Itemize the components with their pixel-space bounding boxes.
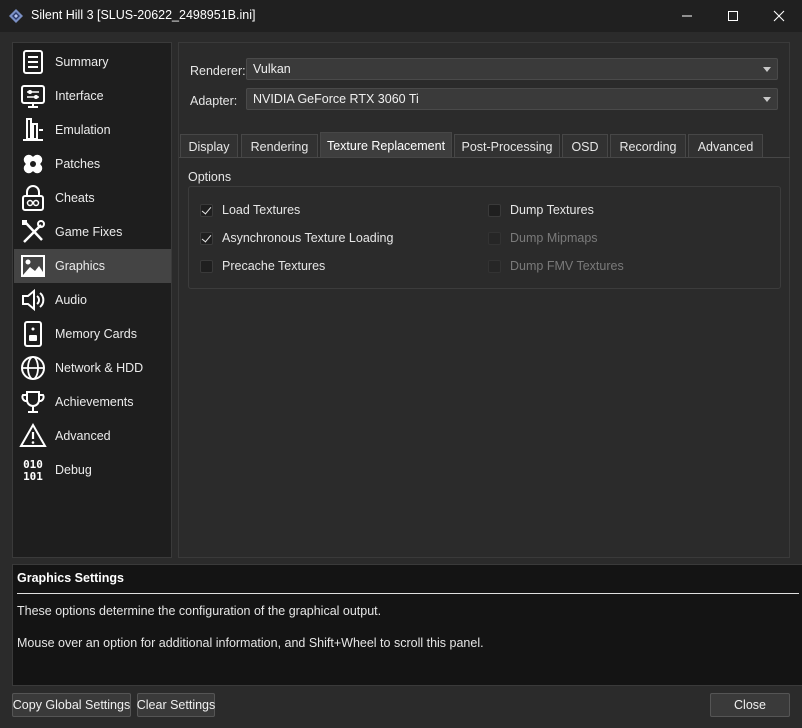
sidebar-item-label: Summary [55,55,109,69]
sidebar-item-emulation[interactable]: Emulation [14,113,171,147]
sidebar-item-label: Debug [55,463,92,477]
tab-advanced[interactable]: Advanced [688,134,763,158]
sidebar-item-summary[interactable]: Summary [14,45,171,79]
adapter-value: NVIDIA GeForce RTX 3060 Ti [253,92,419,106]
checkbox-label: Precache Textures [222,259,326,273]
memory-card-icon [18,320,48,348]
sidebar-item-interface[interactable]: Interface [14,79,171,113]
options-group-title: Options [188,170,232,184]
sidebar-item-graphics[interactable]: Graphics [14,249,171,283]
sidebar-item-network-hdd[interactable]: Network & HDD [14,351,171,385]
checkbox-label: Dump Mipmaps [510,231,598,245]
checkbox-label: Asynchronous Texture Loading [222,231,394,245]
precache-textures-checkbox[interactable]: Precache Textures [200,259,325,273]
renderer-select[interactable]: Vulkan [246,58,778,80]
load-textures-checkbox[interactable]: Load Textures [200,203,300,217]
tab-texture-replacement[interactable]: Texture Replacement [320,132,452,158]
sidebar-item-label: Interface [55,89,104,103]
tab-post-processing[interactable]: Post-Processing [454,134,560,158]
image-icon [18,252,48,280]
checkbox-box[interactable] [488,203,501,217]
close-icon [773,10,785,22]
dump-fmv-textures-checkbox: Dump FMV Textures [488,259,624,273]
warning-icon [18,422,48,450]
sidebar-item-label: Advanced [55,429,111,443]
sidebar-item-patches[interactable]: Patches [14,147,171,181]
checkbox-label: Dump FMV Textures [510,259,624,273]
sidebar-item-cheats[interactable]: Cheats [14,181,171,215]
trophy-icon [18,388,48,416]
sidebar-item-label: Achievements [55,395,134,409]
chevron-down-icon [763,97,771,102]
sidebar-item-memory-cards[interactable]: Memory Cards [14,317,171,351]
sidebar-item-label: Graphics [55,259,106,273]
checkbox-box[interactable] [200,231,213,245]
info-hint: Mouse over an option for additional info… [17,636,484,650]
info-description: These options determine the configuratio… [17,604,382,618]
async-texture-loading-checkbox[interactable]: Asynchronous Texture Loading [200,231,393,245]
sidebar-item-label: Memory Cards [55,327,137,341]
window-title: Silent Hill 3 [SLUS-20622_2498951B.ini] [31,8,256,22]
info-divider [17,593,799,594]
settings-tabs: Display Rendering Texture Replacement Po… [179,132,791,158]
speaker-icon [18,286,48,314]
tab-display[interactable]: Display [180,134,238,158]
tab-divider [179,157,790,158]
checkbox-box[interactable] [200,259,213,273]
lock-icon [18,184,48,212]
adapter-select[interactable]: NVIDIA GeForce RTX 3060 Ti [246,88,778,110]
globe-icon [18,354,48,382]
title-bar: Silent Hill 3 [SLUS-20622_2498951B.ini] [0,0,802,32]
sidebar-item-label: Cheats [55,191,95,205]
sidebar-item-debug[interactable]: 010 101 Debug [14,453,171,487]
document-list-icon [18,48,48,76]
renderer-value: Vulkan [253,62,291,76]
interface-settings-icon [18,82,48,110]
help-info-panel: Graphics Settings These options determin… [12,564,802,686]
checkbox-label: Load Textures [222,203,301,217]
binary-icon: 010 101 [18,456,48,484]
checkbox-box [488,259,501,273]
sidebar-item-game-fixes[interactable]: Game Fixes [14,215,171,249]
sidebar-item-label: Patches [55,157,101,171]
dump-mipmaps-checkbox: Dump Mipmaps [488,231,598,245]
sidebar-item-label: Emulation [55,123,111,137]
adapter-label: Adapter: [190,94,238,108]
tools-icon [18,218,48,246]
info-title: Graphics Settings [17,571,124,585]
settings-sidebar: Summary Interface Emulation Patches Chea… [12,42,172,558]
bandage-icon [18,150,48,178]
svg-text:101: 101 [23,470,43,483]
graphics-settings-panel: Renderer: Vulkan Adapter: NVIDIA GeForce… [178,42,790,558]
close-window-button[interactable] [756,0,802,32]
minimize-button[interactable] [664,0,710,32]
maximize-icon [728,11,738,21]
checkbox-box[interactable] [200,203,213,217]
checkbox-label: Dump Textures [510,203,594,217]
renderer-label: Renderer: [190,64,246,78]
sidebar-item-label: Game Fixes [55,225,123,239]
sidebar-item-achievements[interactable]: Achievements [14,385,171,419]
clear-settings-button[interactable]: Clear Settings [137,693,215,717]
sidebar-item-label: Network & HDD [55,361,144,375]
dump-textures-checkbox[interactable]: Dump Textures [488,203,594,217]
tab-recording[interactable]: Recording [610,134,686,158]
close-button[interactable]: Close [710,693,790,717]
sidebar-item-label: Audio [55,293,87,307]
tab-osd[interactable]: OSD [562,134,608,158]
checkbox-box [488,231,501,245]
minimize-icon [682,15,692,17]
sidebar-item-audio[interactable]: Audio [14,283,171,317]
pcsx2-app-icon [8,8,24,24]
maximize-button[interactable] [710,0,756,32]
tab-rendering[interactable]: Rendering [241,134,318,158]
sidebar-item-advanced[interactable]: Advanced [14,419,171,453]
copy-global-settings-button[interactable]: Copy Global Settings [12,693,131,717]
options-group: Load Textures Asynchronous Texture Loadi… [188,186,781,289]
chip-icon [18,116,48,144]
chevron-down-icon [763,67,771,72]
